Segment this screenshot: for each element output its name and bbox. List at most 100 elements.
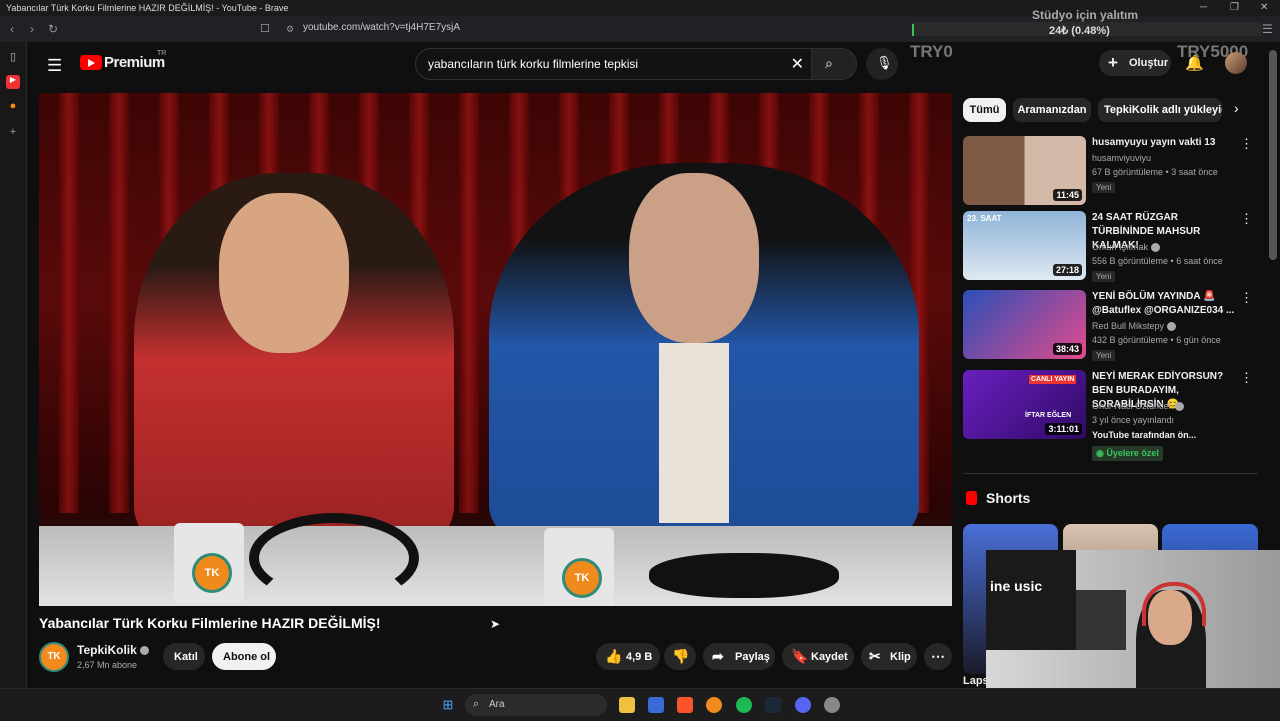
mouse-cursor: ➤ [490, 617, 501, 631]
more-vertical-icon[interactable]: ⋮ [1240, 370, 1253, 386]
settings-icon[interactable] [824, 697, 840, 713]
recommendation-item[interactable]: CANLI YAYIN İFTAR EĞLEN 3:11:01 NEYİ MER… [963, 370, 1263, 461]
spotify-icon[interactable] [736, 697, 752, 713]
filter-chip-all[interactable]: Tümü [963, 98, 1006, 122]
file-explorer-icon[interactable] [619, 697, 635, 713]
store-icon[interactable] [648, 697, 664, 713]
search-box[interactable]: yabancıların türk korku filmlerine tepki… [415, 48, 813, 80]
headphones-right [649, 553, 839, 598]
headphones [249, 513, 419, 603]
bookmark-icon[interactable]: ☐ [260, 22, 270, 35]
section-divider [963, 473, 1258, 474]
app-icon[interactable] [706, 697, 722, 713]
taskbar-search[interactable]: ⌕ Ara [465, 694, 607, 716]
window-title: Yabancılar Türk Korku Filmlerine HAZIR D… [6, 3, 289, 13]
discord-icon[interactable] [795, 697, 811, 713]
save-playlist-icon: 🔖 [791, 648, 809, 664]
video-title: Yabancılar Türk Korku Filmlerine HAZIR D… [39, 615, 381, 631]
streamer-headphones [1142, 582, 1206, 626]
share-button[interactable]: ➦ Paylaş [703, 643, 775, 670]
taskbar: ⊞ ⌕ Ara [0, 688, 1280, 721]
verified-icon [139, 646, 149, 656]
minimize-button[interactable]: ─ [1200, 2, 1207, 13]
shorts-heading: Shorts [986, 490, 1031, 506]
windows-start-icon[interactable]: ⊞ [440, 697, 456, 713]
subscribe-button[interactable]: Abone ol [212, 643, 276, 670]
recommendation-meta: 67 B görüntüleme • 3 saat önce [1092, 167, 1218, 177]
region-label: TR [157, 50, 167, 57]
recommendation-meta: 556 B görüntüleme • 6 saat önce [1092, 256, 1223, 266]
address-bar-url[interactable]: youtube.com/watch?v=tj4H7E7ysjA [303, 22, 460, 33]
search-icon: ⌕ [473, 698, 480, 710]
reload-icon[interactable]: ↻ [48, 22, 58, 36]
new-badge: Yeni [1092, 350, 1116, 361]
video-thumbnail[interactable]: 38:43 [963, 290, 1086, 359]
video-thumbnail[interactable]: CANLI YAYIN İFTAR EĞLEN 3:11:01 [963, 370, 1086, 439]
menu-icon[interactable]: ☰ [47, 56, 62, 76]
video-thumbnail[interactable]: 11:45 [963, 136, 1086, 205]
donation-goal-min: TRY0 [910, 42, 953, 61]
recommendation-extra: YouTube tarafından ön... [1092, 430, 1197, 440]
verified-icon [1174, 402, 1184, 412]
brave-browser-icon[interactable] [677, 697, 693, 713]
more-actions-button[interactable]: ⋯ [924, 643, 952, 670]
search-icon: ⌕ [825, 55, 833, 71]
recommendation-channel: Red Bull Mikstepy [1092, 321, 1177, 332]
maximize-button[interactable]: ❐ [1230, 2, 1239, 13]
members-only-badge: ◉ Üyelere özel [1092, 446, 1163, 461]
create-button[interactable]: + Oluştur [1099, 50, 1171, 76]
search-button[interactable]: ⌕ [811, 48, 857, 80]
more-horizontal-icon: ⋯ [931, 648, 945, 664]
recommendation-channel: husamviyuviyu [1092, 153, 1152, 163]
youtube-premium-logo[interactable]: Premium TR [80, 50, 166, 74]
microphone-icon: 🎙 [876, 55, 893, 70]
new-badge: Yeni [1092, 182, 1116, 193]
filter-chip-from-search[interactable]: Aramanızdan [1013, 98, 1091, 122]
new-badge: Yeni [1092, 271, 1116, 282]
donation-goal-title: Stüdyo için yalıtım [1032, 8, 1139, 22]
recommendation-item[interactable]: 23. SAAT 27:18 24 SAAT RÜZGAR TÜRBİNİNDE … [963, 211, 1263, 283]
recommendation-meta: 3 yıl önce yayınlandı [1092, 415, 1175, 425]
voice-search-button[interactable]: 🎙 [866, 48, 898, 80]
channel-name[interactable]: TepkiKolik [77, 643, 149, 657]
brave-icon[interactable]: ● [6, 100, 20, 114]
recommendation-channel: Orkun Işıtmak [1092, 242, 1161, 253]
video-thumbnail[interactable]: 23. SAAT 27:18 [963, 211, 1086, 280]
join-button[interactable]: Katıl [163, 643, 205, 670]
verified-icon [1167, 322, 1177, 332]
add-panel-icon[interactable]: + [6, 126, 20, 140]
channel-avatar[interactable]: TK [39, 642, 69, 672]
more-vertical-icon[interactable]: ⋮ [1240, 136, 1253, 152]
site-info-icon[interactable]: ⚙ [286, 24, 294, 35]
mug-right: TK [544, 528, 614, 606]
subscriber-count: 2,67 Mn abone [77, 660, 138, 670]
steam-icon[interactable] [765, 697, 781, 713]
clear-search-icon[interactable]: ✕ [791, 54, 804, 74]
browser-menu-icon[interactable]: ☰ [1262, 22, 1273, 36]
recommendation-item[interactable]: 11:45 husamyuyu yayın vakti 13 husamviyu… [963, 136, 1263, 208]
dislike-button[interactable]: 👎 [664, 643, 696, 670]
more-vertical-icon[interactable]: ⋮ [1240, 211, 1253, 227]
filter-chip-uploader[interactable]: TepkiKolik adlı yükleyici [1098, 98, 1222, 122]
forward-icon[interactable]: › [30, 22, 34, 36]
donation-goal-fill [912, 24, 914, 36]
chevron-right-icon[interactable]: › [1234, 100, 1239, 116]
close-window-button[interactable]: ✕ [1260, 2, 1268, 13]
recommendation-item[interactable]: 38:43 YENİ BÖLÜM YAYINDA 🚨 @Batuflex @OR… [963, 290, 1263, 362]
account-avatar[interactable] [1225, 52, 1247, 74]
recommendation-title: husamyuyu yayın vakti 13 [1092, 137, 1216, 148]
video-player[interactable]: TK TK [39, 93, 952, 606]
thumbs-down-icon: 👎 [672, 648, 690, 664]
save-button[interactable]: 🔖 Kaydet [782, 643, 854, 670]
scrollbar-thumb[interactable] [1269, 50, 1277, 260]
more-vertical-icon[interactable]: ⋮ [1240, 290, 1253, 306]
clip-button[interactable]: ✂ Klip [861, 643, 917, 670]
like-button[interactable]: 👍 4,9 B [596, 643, 660, 670]
notifications-bell-icon[interactable]: 🔔 [1185, 54, 1204, 72]
youtube-tab-icon[interactable]: ▶ [6, 75, 20, 89]
members-icon: ◉ [1096, 448, 1107, 458]
speaker [1076, 590, 1126, 650]
search-input[interactable]: yabancıların türk korku filmlerine tepki… [428, 57, 638, 71]
back-icon[interactable]: ‹ [10, 22, 14, 36]
sidebar-panel-icon[interactable]: ▯ [6, 50, 20, 64]
